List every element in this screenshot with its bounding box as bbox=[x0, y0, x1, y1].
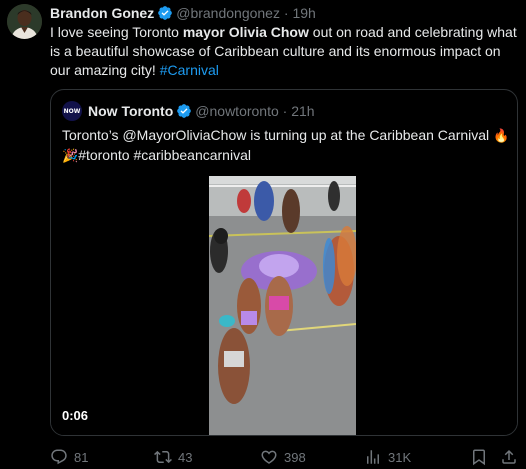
tweet-text-bold: mayor Olivia Chow bbox=[182, 24, 309, 40]
repost-count: 43 bbox=[178, 449, 193, 465]
author-avatar[interactable] bbox=[7, 4, 42, 39]
quote-text-line1: Toronto’s @MayorOliviaChow is turning up… bbox=[62, 127, 494, 143]
repost-button[interactable]: 43 bbox=[154, 447, 192, 467]
tweet[interactable]: Brandon Gonez @brandongonez · 19h I love… bbox=[0, 0, 526, 469]
hashtag-link[interactable]: #Carnival bbox=[160, 62, 219, 78]
share-icon bbox=[502, 449, 516, 464]
share-button[interactable] bbox=[500, 447, 524, 467]
quote-avatar[interactable]: NOW bbox=[62, 101, 82, 121]
author-name[interactable]: Brandon Gonez bbox=[50, 5, 154, 21]
like-icon bbox=[261, 450, 277, 464]
views-button[interactable]: 31K bbox=[364, 447, 411, 467]
bookmark-button[interactable] bbox=[470, 447, 494, 467]
party-emoji: 🎉 bbox=[62, 149, 79, 164]
tweet-header: Brandon Gonez @brandongonez · 19h bbox=[50, 4, 316, 22]
video-timestamp: 0:06 bbox=[62, 408, 89, 423]
quoted-tweet[interactable]: NOW Now Toronto @nowtoronto · 21h Toront… bbox=[50, 89, 518, 436]
tweet-text: I love seeing Toronto mayor Olivia Chow … bbox=[50, 23, 520, 80]
tweet-text-part1: I love seeing Toronto bbox=[50, 24, 183, 40]
like-count: 398 bbox=[284, 449, 306, 465]
reply-icon bbox=[51, 449, 67, 465]
quote-text: Toronto’s @MayorOliviaChow is turning up… bbox=[62, 126, 512, 166]
reply-count: 81 bbox=[74, 449, 89, 465]
views-count: 31K bbox=[388, 449, 412, 465]
like-button[interactable]: 398 bbox=[260, 447, 306, 467]
post-time[interactable]: 19h bbox=[292, 5, 315, 21]
reply-button[interactable]: 81 bbox=[50, 447, 88, 467]
action-bar: 81 43 398 31K bbox=[50, 447, 518, 467]
author-handle[interactable]: @brandongonez bbox=[176, 5, 280, 21]
header-separator: · bbox=[283, 5, 289, 21]
quote-separator: · bbox=[282, 103, 288, 119]
views-icon bbox=[367, 450, 379, 464]
verified-badge-icon bbox=[157, 5, 173, 21]
verified-badge-icon bbox=[176, 103, 192, 119]
quote-hashtags[interactable]: #toronto #caribbeancarnival bbox=[78, 147, 251, 163]
fire-emoji: 🔥 bbox=[493, 129, 510, 144]
repost-icon bbox=[154, 450, 172, 464]
quote-header: Now Toronto @nowtoronto · 21h bbox=[88, 102, 315, 120]
video-player[interactable] bbox=[209, 176, 356, 435]
quote-time[interactable]: 21h bbox=[291, 103, 314, 119]
quote-author-handle[interactable]: @nowtoronto bbox=[195, 103, 278, 119]
bookmark-icon bbox=[473, 449, 485, 466]
quote-author-name[interactable]: Now Toronto bbox=[88, 103, 173, 119]
